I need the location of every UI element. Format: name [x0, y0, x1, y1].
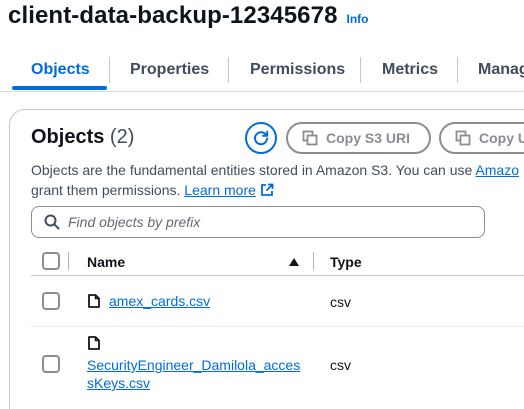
object-name-line1: SecurityEngineer_Damilola_acces — [87, 357, 301, 373]
objects-description: Objects are the fundamental entities sto… — [31, 160, 524, 200]
description-text-2: grant them permissions. — [31, 182, 181, 198]
tab-separator — [228, 57, 229, 83]
object-name-line2: sKeys.csv — [87, 375, 151, 391]
copy-s3-uri-label: Copy S3 URI — [326, 130, 411, 146]
search-input[interactable]: Find objects by prefix — [31, 206, 485, 238]
file-icon — [88, 336, 100, 350]
copy-icon — [455, 130, 471, 146]
object-type: csv — [330, 294, 351, 310]
tab-objects[interactable]: Objects — [31, 52, 90, 88]
copy-s3-uri-button[interactable]: Copy S3 URI — [286, 122, 431, 154]
tab-metrics[interactable]: Metrics — [382, 52, 438, 88]
file-icon — [88, 294, 100, 308]
active-tab-indicator — [12, 86, 107, 90]
objects-heading: Objects (2) — [31, 126, 134, 149]
learn-more-label: Learn more — [184, 182, 256, 198]
column-separator — [68, 252, 69, 270]
refresh-button[interactable] — [245, 122, 277, 154]
sort-ascending-icon[interactable] — [288, 257, 300, 267]
search-icon — [44, 214, 60, 230]
object-type: csv — [330, 357, 351, 373]
tab-properties[interactable]: Properties — [130, 52, 209, 88]
object-link[interactable]: amex_cards.csv — [109, 292, 210, 310]
row-checkbox[interactable] — [42, 355, 60, 373]
column-header-type[interactable]: Type — [330, 254, 362, 270]
amazon-link[interactable]: Amazo — [475, 162, 519, 178]
tab-bar: Objects Properties Permissions Metrics M… — [0, 52, 524, 92]
object-link[interactable]: SecurityEngineer_Damilola_acces sKeys.cs… — [87, 356, 302, 392]
column-header-name[interactable]: Name — [87, 254, 125, 270]
row-checkbox[interactable] — [42, 292, 60, 310]
copy-url-label: Copy U — [479, 130, 524, 146]
learn-more-link[interactable]: Learn more — [184, 182, 256, 198]
column-separator — [313, 252, 314, 270]
tab-separator — [360, 57, 361, 83]
info-link[interactable]: Info — [347, 12, 369, 26]
page-title: client-data-backup-12345678 — [8, 2, 338, 29]
external-link-icon — [260, 183, 274, 196]
tab-permissions[interactable]: Permissions — [250, 52, 345, 88]
select-all-checkbox[interactable] — [42, 252, 60, 270]
copy-icon — [302, 130, 318, 146]
tab-separator — [457, 57, 458, 83]
objects-count: (2) — [109, 126, 135, 148]
copy-url-button[interactable]: Copy U — [439, 122, 524, 154]
tab-separator — [109, 57, 110, 83]
tabs-divider — [0, 91, 524, 92]
refresh-icon — [254, 130, 269, 146]
row-divider — [31, 326, 524, 327]
description-text-1: Objects are the fundamental entities sto… — [31, 162, 473, 178]
objects-title: Objects — [31, 126, 105, 148]
search-placeholder: Find objects by prefix — [68, 214, 201, 230]
bucket-header: client-data-backup-12345678 Info — [8, 2, 369, 30]
tab-management[interactable]: Manag — [478, 52, 524, 88]
table-header-divider — [31, 275, 524, 276]
